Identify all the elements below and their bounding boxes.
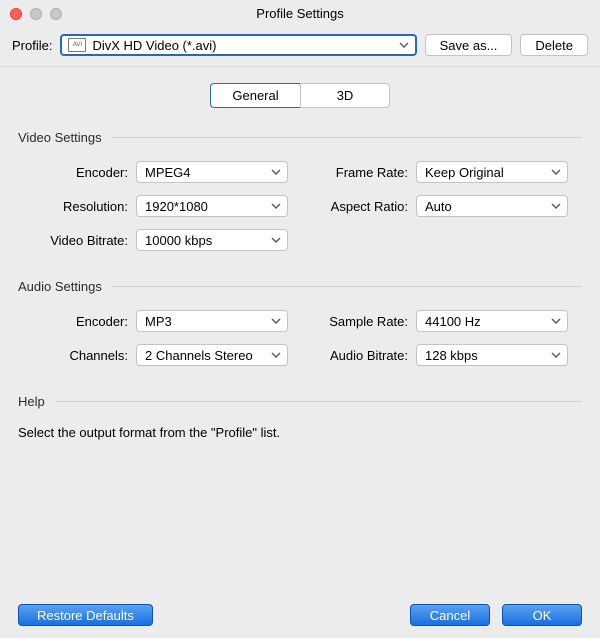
ok-button[interactable]: OK	[502, 604, 582, 626]
video-bitrate-label: Video Bitrate:	[18, 233, 136, 248]
video-encoder-value: MPEG4	[145, 165, 191, 180]
frame-rate-select[interactable]: Keep Original	[416, 161, 568, 183]
profile-label: Profile:	[12, 38, 52, 53]
profile-bar: Profile: DivX HD Video (*.avi) Save as..…	[0, 28, 600, 67]
audio-encoder-value: MP3	[145, 314, 172, 329]
avi-file-icon	[68, 38, 86, 52]
sample-rate-select[interactable]: 44100 Hz	[416, 310, 568, 332]
tab-3d[interactable]: 3D	[300, 83, 390, 108]
video-bitrate-select[interactable]: 10000 kbps	[136, 229, 288, 251]
chevron-down-icon	[551, 318, 561, 324]
footer: Restore Defaults Cancel OK	[0, 604, 600, 626]
help-text: Select the output format from the "Profi…	[18, 425, 582, 440]
frame-rate-value: Keep Original	[425, 165, 504, 180]
help-title: Help	[18, 394, 53, 409]
channels-value: 2 Channels Stereo	[145, 348, 253, 363]
audio-encoder-select[interactable]: MP3	[136, 310, 288, 332]
channels-label: Channels:	[18, 348, 136, 363]
restore-defaults-button[interactable]: Restore Defaults	[18, 604, 153, 626]
divider	[112, 137, 582, 138]
tab-bar: General 3D	[18, 83, 582, 108]
video-encoder-label: Encoder:	[18, 165, 136, 180]
chevron-down-icon	[551, 203, 561, 209]
audio-settings-group: Audio Settings Encoder: MP3 Sample Rate:…	[18, 279, 582, 366]
chevron-down-icon	[271, 352, 281, 358]
cancel-button[interactable]: Cancel	[410, 604, 490, 626]
minimize-icon	[30, 8, 42, 20]
audio-encoder-label: Encoder:	[18, 314, 136, 329]
maximize-icon	[50, 8, 62, 20]
divider	[55, 401, 582, 402]
resolution-select[interactable]: 1920*1080	[136, 195, 288, 217]
chevron-down-icon	[271, 169, 281, 175]
window-controls	[10, 8, 62, 20]
aspect-ratio-value: Auto	[425, 199, 452, 214]
delete-button[interactable]: Delete	[520, 34, 588, 56]
profile-value: DivX HD Video (*.avi)	[92, 38, 216, 53]
audio-bitrate-label: Audio Bitrate:	[298, 348, 416, 363]
aspect-ratio-select[interactable]: Auto	[416, 195, 568, 217]
video-encoder-select[interactable]: MPEG4	[136, 161, 288, 183]
sample-rate-value: 44100 Hz	[425, 314, 481, 329]
video-settings-title: Video Settings	[18, 130, 110, 145]
profile-select[interactable]: DivX HD Video (*.avi)	[60, 34, 416, 56]
resolution-value: 1920*1080	[145, 199, 208, 214]
aspect-ratio-label: Aspect Ratio:	[298, 199, 416, 214]
audio-settings-title: Audio Settings	[18, 279, 110, 294]
frame-rate-label: Frame Rate:	[298, 165, 416, 180]
chevron-down-icon	[399, 42, 409, 48]
sample-rate-label: Sample Rate:	[298, 314, 416, 329]
audio-bitrate-value: 128 kbps	[425, 348, 478, 363]
chevron-down-icon	[271, 318, 281, 324]
channels-select[interactable]: 2 Channels Stereo	[136, 344, 288, 366]
chevron-down-icon	[271, 203, 281, 209]
divider	[112, 286, 582, 287]
help-group: Help Select the output format from the "…	[18, 394, 582, 440]
close-icon[interactable]	[10, 8, 22, 20]
audio-bitrate-select[interactable]: 128 kbps	[416, 344, 568, 366]
chevron-down-icon	[551, 169, 561, 175]
title-bar: Profile Settings	[0, 0, 600, 28]
video-settings-group: Video Settings Encoder: MPEG4 Frame Rate…	[18, 130, 582, 251]
save-as-button[interactable]: Save as...	[425, 34, 513, 56]
chevron-down-icon	[551, 352, 561, 358]
video-bitrate-value: 10000 kbps	[145, 233, 212, 248]
chevron-down-icon	[271, 237, 281, 243]
resolution-label: Resolution:	[18, 199, 136, 214]
window-title: Profile Settings	[256, 6, 343, 21]
tab-general[interactable]: General	[210, 83, 300, 108]
